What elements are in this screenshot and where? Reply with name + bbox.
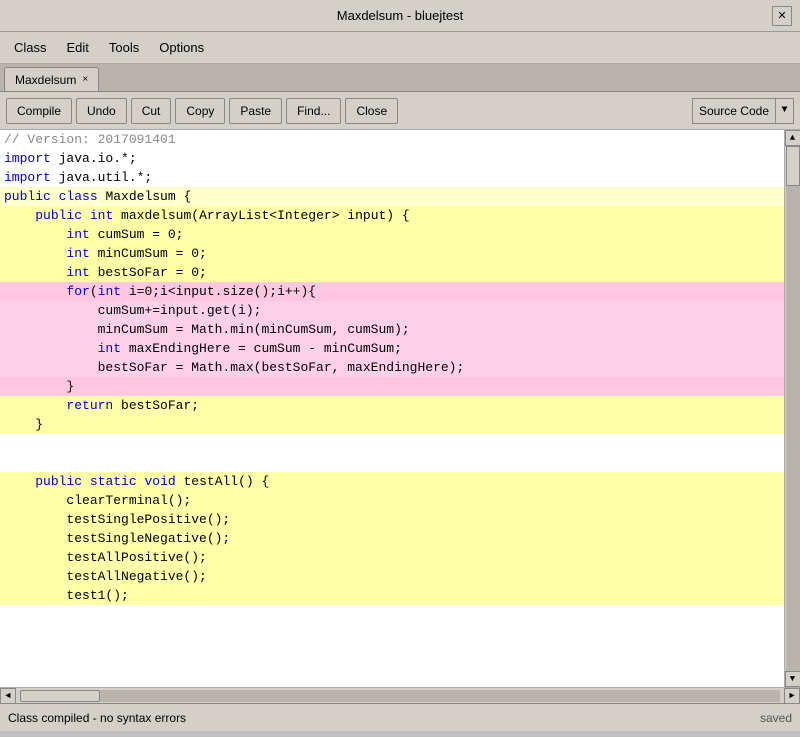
code-line: }: [0, 415, 784, 434]
status-bar: Class compiled - no syntax errors saved: [0, 703, 800, 731]
code-line: }: [0, 377, 784, 396]
hscroll-track[interactable]: [20, 690, 780, 702]
saved-indicator: saved: [760, 711, 792, 725]
toolbar-right: Source Code ▼: [692, 98, 794, 124]
code-content: // Version: 2017091401import java.io.*;i…: [0, 130, 784, 605]
code-line: // Version: 2017091401: [0, 130, 784, 149]
horizontal-scrollbar[interactable]: ◄ ►: [0, 687, 800, 703]
code-scroll-area[interactable]: // Version: 2017091401import java.io.*;i…: [0, 130, 784, 687]
code-line: for(int i=0;i<input.size();i++){: [0, 282, 784, 301]
editor-tab[interactable]: Maxdelsum ×: [4, 67, 99, 91]
hscroll-thumb[interactable]: [20, 690, 100, 702]
code-line: clearTerminal();: [0, 491, 784, 510]
code-line: return bestSoFar;: [0, 396, 784, 415]
copy-button[interactable]: Copy: [175, 98, 225, 124]
tab-bar: Maxdelsum ×: [0, 64, 800, 92]
code-line: public static void testAll() {: [0, 472, 784, 491]
menu-bar: Class Edit Tools Options: [0, 32, 800, 64]
code-line: testAllPositive();: [0, 548, 784, 567]
window-close-button[interactable]: ✕: [772, 6, 792, 26]
menu-class[interactable]: Class: [4, 36, 57, 59]
cut-button[interactable]: Cut: [131, 98, 172, 124]
code-line: import java.io.*;: [0, 149, 784, 168]
code-line: int bestSoFar = 0;: [0, 263, 784, 282]
code-line: bestSoFar = Math.max(bestSoFar, maxEndin…: [0, 358, 784, 377]
source-code-label: Source Code: [699, 104, 769, 118]
code-line: int minCumSum = 0;: [0, 244, 784, 263]
menu-options[interactable]: Options: [149, 36, 214, 59]
scroll-thumb[interactable]: [786, 146, 800, 186]
toolbar: Compile Undo Cut Copy Paste Find... Clos…: [0, 92, 800, 130]
code-line: import java.util.*;: [0, 168, 784, 187]
scroll-track[interactable]: [786, 146, 800, 671]
code-line: testSingleNegative();: [0, 529, 784, 548]
undo-button[interactable]: Undo: [76, 98, 127, 124]
code-line: int cumSum = 0;: [0, 225, 784, 244]
compile-button[interactable]: Compile: [6, 98, 72, 124]
scroll-right-button[interactable]: ►: [784, 688, 800, 704]
menu-tools[interactable]: Tools: [99, 36, 149, 59]
find-button[interactable]: Find...: [286, 98, 341, 124]
code-line: minCumSum = Math.min(minCumSum, cumSum);: [0, 320, 784, 339]
code-line: testSinglePositive();: [0, 510, 784, 529]
tab-close-button[interactable]: ×: [82, 74, 88, 85]
window-title: Maxdelsum - bluejtest: [337, 8, 463, 23]
close-editor-button[interactable]: Close: [345, 98, 398, 124]
code-line: testAllNegative();: [0, 567, 784, 586]
status-message: Class compiled - no syntax errors: [8, 711, 186, 725]
menu-edit[interactable]: Edit: [57, 36, 99, 59]
title-bar: Maxdelsum - bluejtest ✕: [0, 0, 800, 32]
code-area-container: // Version: 2017091401import java.io.*;i…: [0, 130, 800, 687]
code-line: [0, 453, 784, 472]
scroll-up-button[interactable]: ▲: [785, 130, 800, 146]
code-line: cumSum+=input.get(i);: [0, 301, 784, 320]
source-code-arrow[interactable]: ▼: [776, 98, 794, 124]
source-code-dropdown[interactable]: Source Code: [692, 98, 776, 124]
code-line: int maxEndingHere = cumSum - minCumSum;: [0, 339, 784, 358]
code-line: public class Maxdelsum {: [0, 187, 784, 206]
vertical-scrollbar[interactable]: ▲ ▼: [784, 130, 800, 687]
scroll-left-button[interactable]: ◄: [0, 688, 16, 704]
code-line: test1();: [0, 586, 784, 605]
code-line: [0, 434, 784, 453]
dropdown-arrow-icon: ▼: [781, 105, 787, 116]
scroll-down-button[interactable]: ▼: [785, 671, 800, 687]
paste-button[interactable]: Paste: [229, 98, 282, 124]
code-line: public int maxdelsum(ArrayList<Integer> …: [0, 206, 784, 225]
tab-label: Maxdelsum: [15, 73, 76, 87]
